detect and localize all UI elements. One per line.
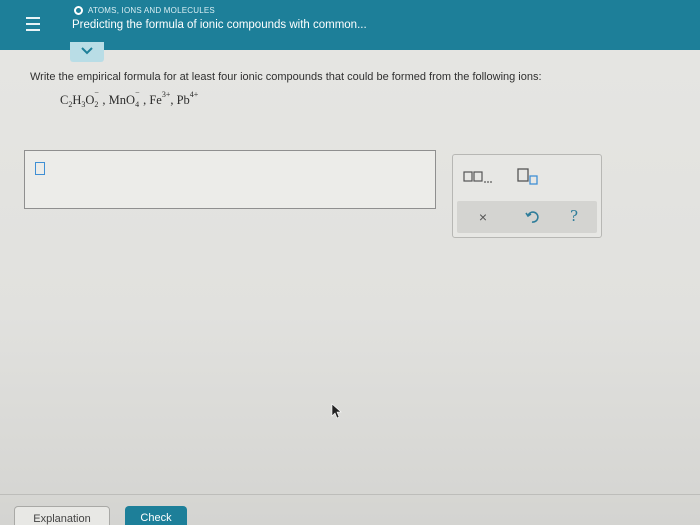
input-cursor-placeholder bbox=[35, 162, 45, 175]
subscript-tool[interactable] bbox=[517, 167, 539, 187]
collapse-header-button[interactable] bbox=[70, 42, 104, 62]
check-button[interactable]: Check bbox=[125, 506, 187, 525]
mouse-pointer-icon bbox=[331, 403, 342, 419]
subscript-box-icon bbox=[517, 168, 538, 185]
clear-button[interactable]: × bbox=[475, 207, 491, 227]
answer-input[interactable] bbox=[24, 150, 436, 209]
hamburger-menu-icon[interactable] bbox=[14, 6, 50, 42]
progress-status-icon bbox=[74, 5, 83, 15]
undo-icon bbox=[525, 211, 539, 223]
ion-list: C2H3O −2, MnO −4, Fe3+, Pb4+ bbox=[60, 88, 199, 110]
multiple-boxes-tool[interactable] bbox=[463, 169, 493, 185]
question-prompt: Write the empirical formula for at least… bbox=[30, 71, 542, 83]
section-label: ATOMS, IONS AND MOLECULES bbox=[88, 5, 215, 15]
chevron-down-icon bbox=[81, 47, 93, 55]
explanation-button[interactable]: Explanation bbox=[14, 506, 110, 525]
footer-divider bbox=[0, 494, 700, 495]
formula-tool-palette: × ? bbox=[452, 154, 602, 238]
ion-acetate: C2H3O −2 bbox=[60, 88, 99, 110]
section-breadcrumb: ATOMS, IONS AND MOLECULES bbox=[74, 4, 215, 16]
topic-title: Predicting the formula of ionic compound… bbox=[72, 19, 367, 31]
ion-iron: Fe3+ bbox=[149, 90, 171, 107]
top-header-bar: ATOMS, IONS AND MOLECULES Predicting the… bbox=[0, 0, 700, 50]
ion-permanganate: MnO −4 bbox=[108, 88, 140, 110]
ion-lead: Pb4+ bbox=[176, 90, 199, 107]
comma-separated-boxes-icon bbox=[463, 171, 492, 183]
undo-button[interactable] bbox=[523, 208, 541, 226]
help-button[interactable]: ? bbox=[565, 205, 583, 227]
